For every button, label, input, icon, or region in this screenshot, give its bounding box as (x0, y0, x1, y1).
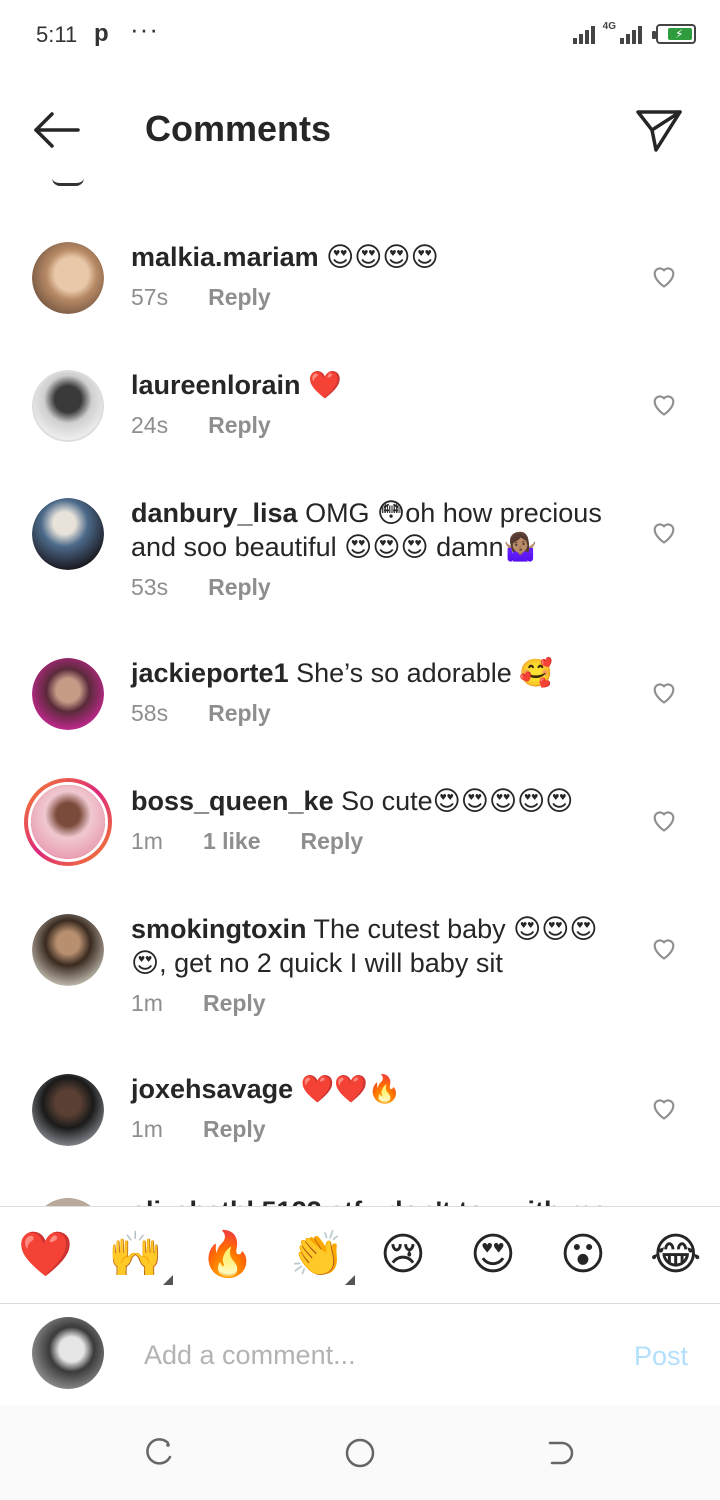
red-heart-emoji-button[interactable]: ❤️ (18, 1229, 73, 1281)
comment-time: 57s (131, 284, 169, 310)
comment-composer: Post (0, 1305, 720, 1405)
signal-icon (572, 22, 595, 44)
more-notifications-icon: ··· (130, 14, 159, 44)
network-type: 4G (602, 21, 616, 32)
reply-button[interactable]: Reply (208, 284, 271, 311)
reply-button[interactable]: Reply (203, 990, 266, 1017)
signal-icon-2 (620, 22, 642, 44)
clapping-hands-emoji-button[interactable]: 👏 (290, 1229, 355, 1285)
my-avatar (32, 1317, 104, 1389)
avatar-story-ring[interactable] (24, 778, 112, 866)
comment-text: ❤️❤️🔥 (293, 1074, 402, 1104)
avatar[interactable] (32, 1074, 104, 1146)
heart-eyes-emoji-button[interactable]: 😍 (470, 1229, 516, 1281)
reply-button[interactable]: Reply (301, 828, 364, 855)
surprised-face-emoji-button[interactable]: 😮 (560, 1229, 606, 1281)
back-arrow-icon[interactable] (28, 102, 84, 158)
avatar[interactable] (32, 370, 104, 442)
fire-emoji-button[interactable]: 🔥 (200, 1229, 255, 1281)
app-notification-icon: p (94, 20, 109, 47)
recent-apps-icon[interactable] (142, 1435, 178, 1471)
likes-count-button[interactable]: 1 like (203, 828, 261, 855)
comment-item: jackieporte1 She’s so adorable 🥰 58s Rep… (0, 656, 720, 776)
reply-button[interactable]: Reply (208, 574, 271, 601)
header: Comments (0, 80, 720, 180)
status-bar: 5:11 p ··· 4G ⚡ (0, 0, 720, 72)
avatar[interactable] (32, 498, 104, 570)
comment-username[interactable]: danbury_lisa (131, 498, 298, 528)
comment-text: 😍😍😍😍 (318, 242, 439, 272)
comment-username[interactable]: joxehsavage (131, 1074, 293, 1104)
avatar[interactable] (32, 914, 104, 986)
comment-item: laureenlorain ❤️ 24s Reply (0, 368, 720, 488)
post-button[interactable]: Post (634, 1341, 688, 1372)
like-heart-icon[interactable] (650, 518, 678, 546)
like-heart-icon[interactable] (650, 806, 678, 834)
partial-avatar-edge (52, 178, 84, 186)
back-nav-icon[interactable] (542, 1435, 578, 1471)
comment-time: 1m (131, 990, 163, 1016)
tears-of-joy-emoji-button[interactable]: 😂 (650, 1229, 701, 1281)
avatar[interactable] (32, 658, 104, 730)
comment-time: 58s (131, 700, 169, 726)
comment-text: She’s so adorable 🥰 (288, 658, 553, 688)
comment-time: 24s (131, 412, 169, 438)
comment-item: smokingtoxin The cutest baby 😍😍😍😍, get n… (0, 912, 720, 1062)
comment-item: joxehsavage ❤️❤️🔥 1m Reply (0, 1072, 720, 1192)
reply-button[interactable]: Reply (203, 1116, 266, 1143)
like-heart-icon[interactable] (650, 934, 678, 962)
direct-send-icon[interactable] (634, 104, 684, 154)
comment-item: danbury_lisa OMG 😳oh how precious and so… (0, 496, 720, 646)
crying-face-emoji-button[interactable]: 😢 (380, 1229, 426, 1281)
comment-username[interactable]: malkia.mariam (131, 242, 319, 272)
raising-hands-emoji-button[interactable]: 🙌 (108, 1229, 173, 1285)
battery-icon: ⚡ (652, 24, 696, 44)
comment-username[interactable]: boss_queen_ke (131, 786, 334, 816)
comment-username[interactable]: jackieporte1 (131, 658, 289, 688)
like-heart-icon[interactable] (650, 390, 678, 418)
status-indicators: 4G ⚡ (572, 21, 696, 44)
page-title: Comments (145, 108, 332, 149)
comment-text: ❤️ (300, 370, 342, 400)
comment-username[interactable]: smokingtoxin (131, 914, 307, 944)
comment-time: 1m (131, 828, 163, 854)
reply-button[interactable]: Reply (208, 700, 271, 727)
like-heart-icon[interactable] (650, 678, 678, 706)
avatar[interactable] (32, 242, 104, 314)
comment-username[interactable]: laureenlorain (131, 370, 301, 400)
home-icon[interactable] (342, 1435, 378, 1471)
like-heart-icon[interactable] (650, 262, 678, 290)
comment-text: So cute😍😍😍😍😍 (333, 786, 574, 816)
system-nav-bar (0, 1405, 720, 1500)
comment-item: malkia.mariam 😍😍😍😍 57s Reply (0, 240, 720, 360)
comment-time: 53s (131, 574, 169, 600)
comment-item: boss_queen_ke So cute😍😍😍😍😍 1m 1 like Rep… (0, 778, 720, 904)
status-time: 5:11 (36, 22, 78, 47)
comment-input[interactable] (144, 1335, 584, 1375)
like-heart-icon[interactable] (650, 1094, 678, 1122)
emoji-reaction-bar: ❤️ 🙌 🔥 👏 😢 😍 😮 😂 (0, 1206, 720, 1304)
comment-time: 1m (131, 1116, 163, 1142)
reply-button[interactable]: Reply (208, 412, 271, 439)
